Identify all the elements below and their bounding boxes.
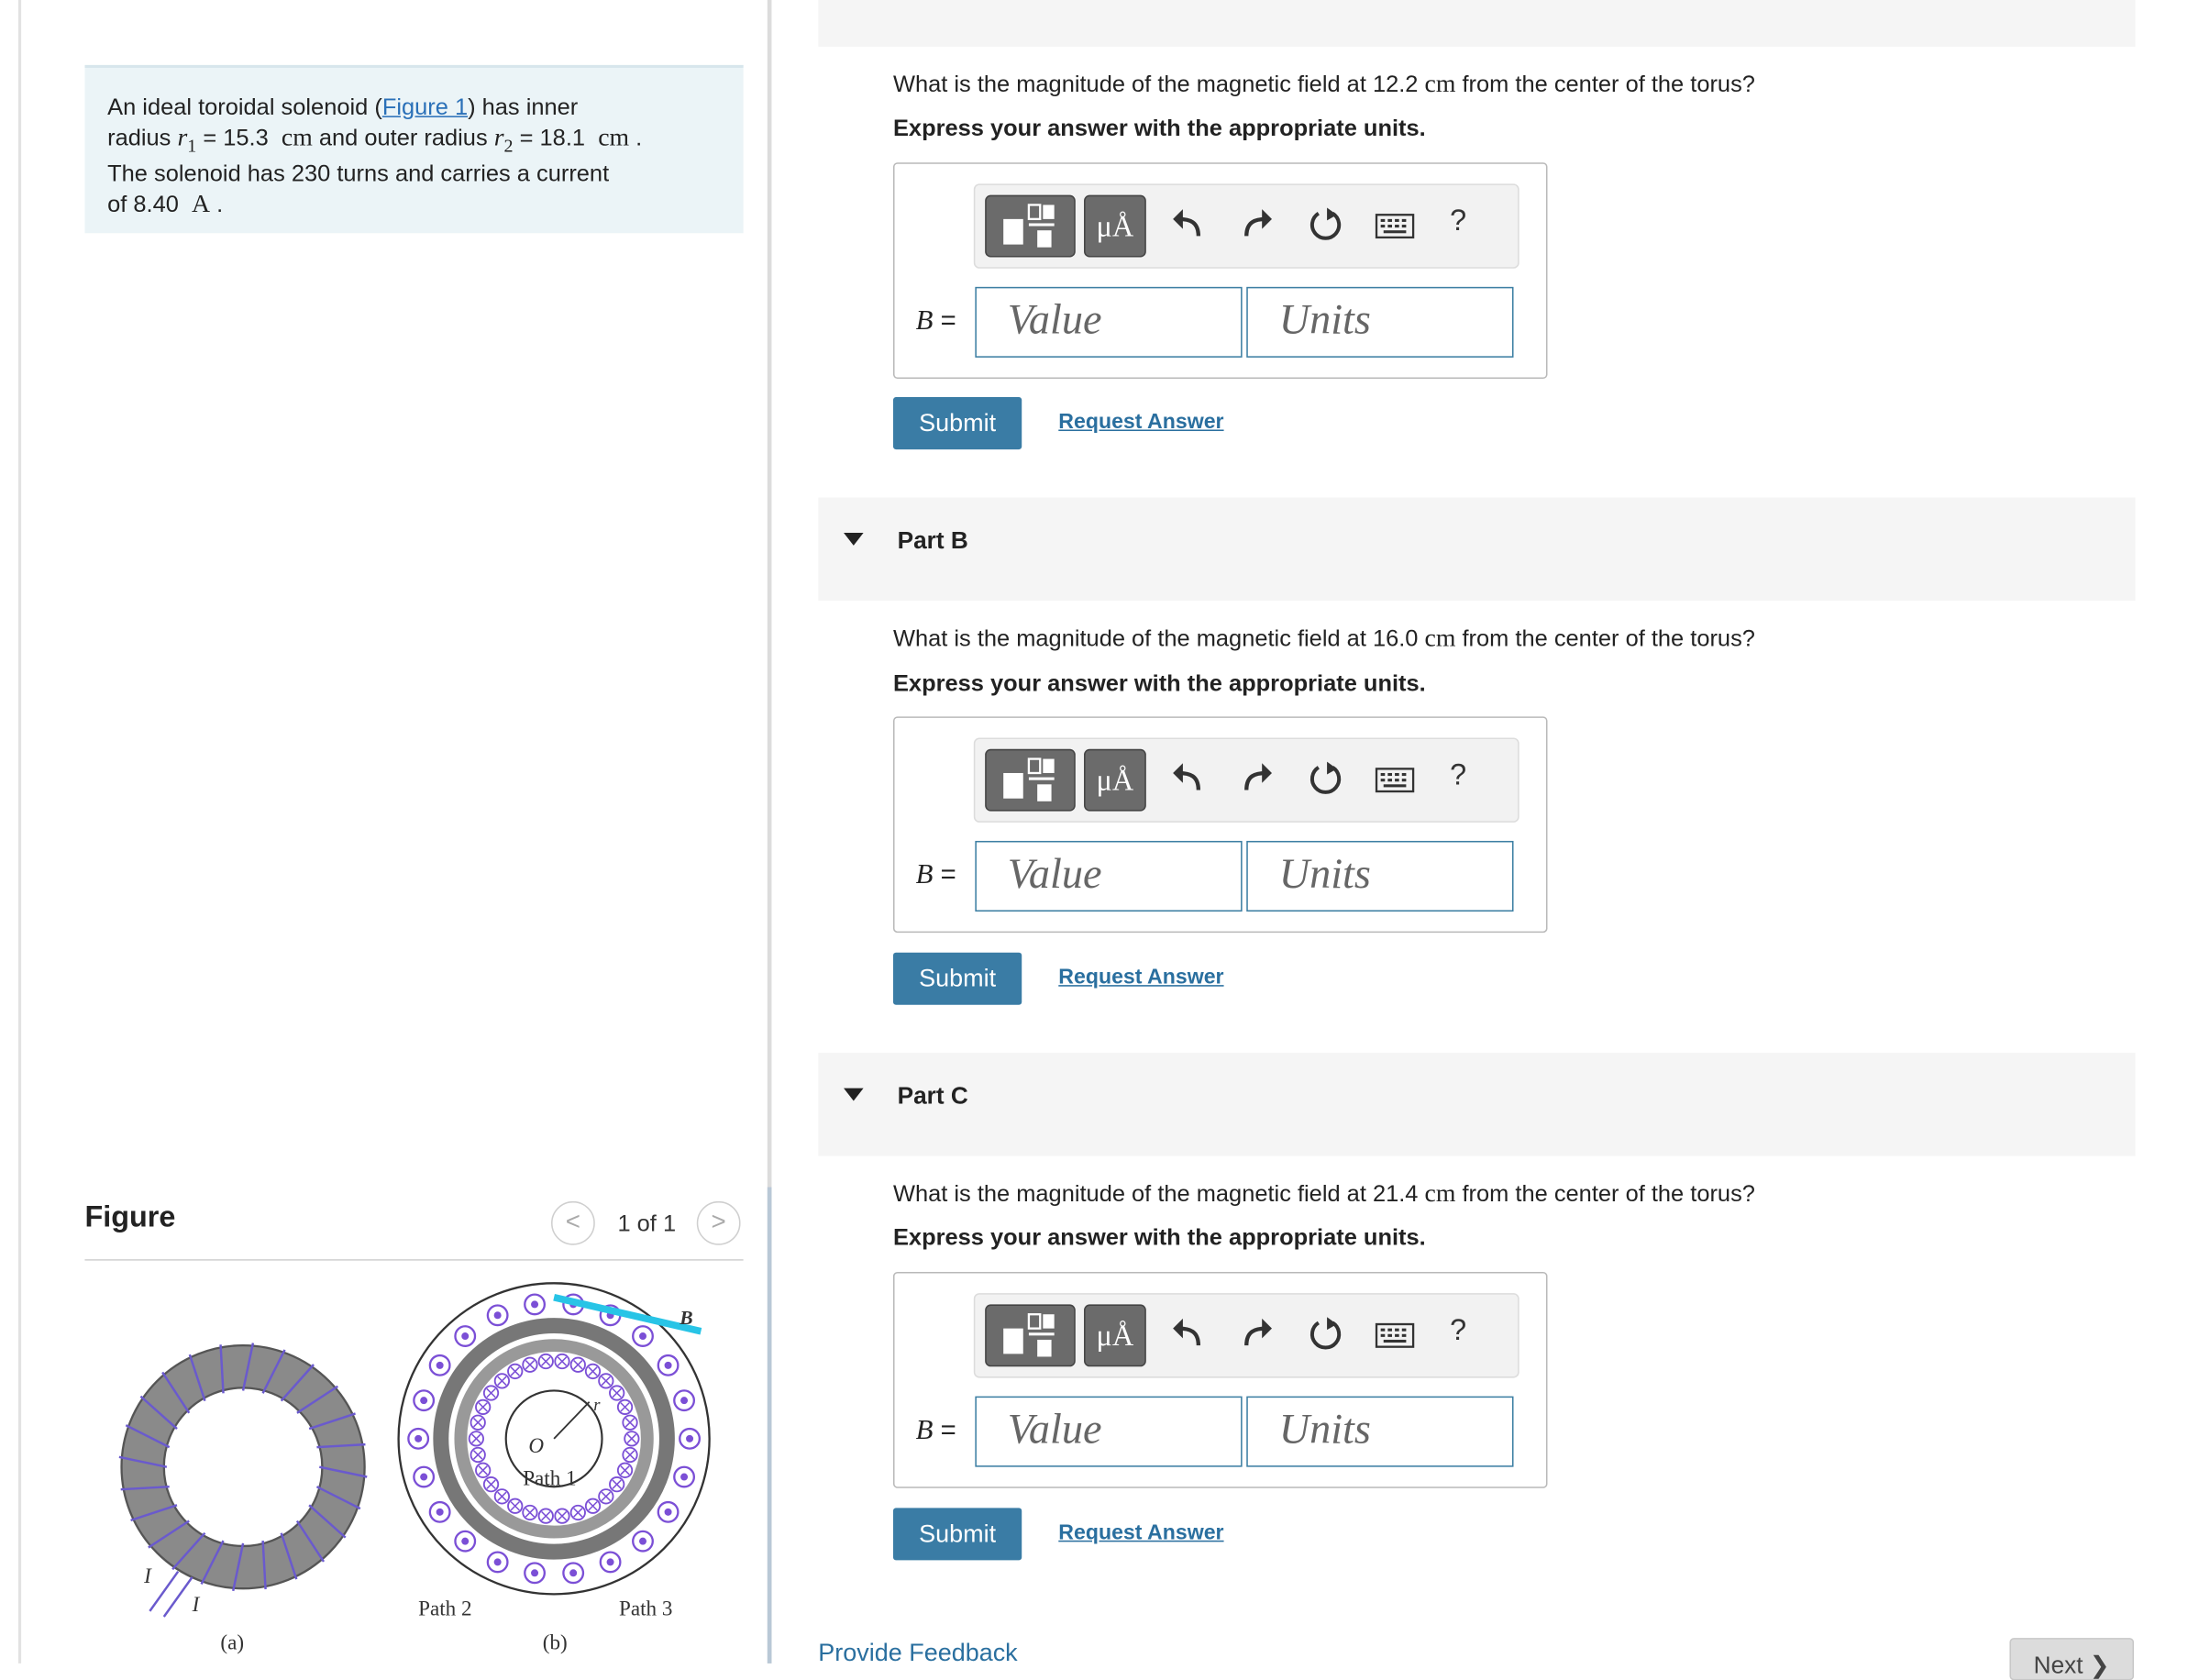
part-a-header[interactable] bbox=[818, 0, 2136, 47]
part-a-instruction: Express your answer with the appropriate… bbox=[892, 116, 1426, 142]
units-button[interactable]: μÅ bbox=[1084, 748, 1146, 812]
math-toolbar: μÅ ? bbox=[973, 737, 1519, 823]
toroid-figure: I I (a) O r B Path 1 Path 2 Path 3 (b) bbox=[118, 1282, 711, 1653]
part-c-question: What is the magnitude of the magnetic fi… bbox=[892, 1178, 1755, 1208]
toroid-solenoid-drawing bbox=[118, 1343, 368, 1618]
undo-icon[interactable] bbox=[1170, 759, 1204, 799]
caret-down-icon[interactable] bbox=[844, 532, 864, 546]
templates-icon bbox=[1003, 1313, 1055, 1357]
part-c-title: Part C bbox=[897, 1082, 968, 1110]
part-b-instruction: Express your answer with the appropriate… bbox=[892, 671, 1426, 697]
math-toolbar: μÅ ? bbox=[973, 183, 1519, 269]
part-a-answer-box: μÅ ? B = Value Units bbox=[892, 162, 1548, 380]
redo-icon[interactable] bbox=[1241, 1314, 1275, 1354]
keyboard-icon[interactable] bbox=[1375, 768, 1415, 793]
part-c-submit-button[interactable]: Submit bbox=[892, 1508, 1022, 1561]
figure-title: Figure bbox=[84, 1200, 176, 1234]
units-icon: μÅ bbox=[1096, 763, 1134, 798]
reset-icon[interactable] bbox=[1308, 759, 1344, 799]
toroid-cross-section bbox=[397, 1282, 711, 1596]
chevron-left-icon: < bbox=[565, 1207, 581, 1235]
templates-icon bbox=[1003, 204, 1055, 248]
math-toolbar: μÅ ? bbox=[973, 1293, 1519, 1378]
templates-icon bbox=[1003, 757, 1055, 801]
reset-icon[interactable] bbox=[1308, 1314, 1344, 1354]
field-label: B bbox=[679, 1307, 692, 1329]
units-icon: μÅ bbox=[1096, 209, 1134, 244]
radius-label: r bbox=[593, 1396, 601, 1414]
part-b-answer-box: μÅ ? B = Value Units bbox=[892, 716, 1548, 934]
help-icon[interactable]: ? bbox=[1450, 1314, 1466, 1348]
figure-prev-button[interactable]: < bbox=[551, 1200, 595, 1245]
units-icon: μÅ bbox=[1096, 1318, 1134, 1353]
part-a-question: What is the magnitude of the magnetic fi… bbox=[892, 69, 1755, 98]
part-c-answer-box: μÅ ? B = Value Units bbox=[892, 1271, 1548, 1488]
redo-icon[interactable] bbox=[1241, 759, 1275, 799]
figure-count: 1 of 1 bbox=[617, 1210, 677, 1237]
variable-label: B = bbox=[915, 1414, 956, 1446]
value-input[interactable]: Value bbox=[975, 840, 1243, 912]
units-button[interactable]: μÅ bbox=[1084, 194, 1146, 258]
part-c-instruction: Express your answer with the appropriate… bbox=[892, 1225, 1426, 1251]
keyboard-icon[interactable] bbox=[1375, 1322, 1415, 1348]
caret-down-icon[interactable] bbox=[844, 1088, 864, 1101]
variable-label: B = bbox=[915, 304, 956, 337]
path1-label: Path 1 bbox=[523, 1466, 576, 1490]
variable-label: B = bbox=[915, 858, 956, 890]
redo-icon[interactable] bbox=[1241, 204, 1275, 244]
part-b-header[interactable] bbox=[818, 497, 2136, 601]
templates-button[interactable] bbox=[985, 748, 1076, 812]
problem-statement: An ideal toroidal solenoid (Figure 1) ha… bbox=[84, 64, 744, 234]
part-a-request-answer[interactable]: Request Answer bbox=[1058, 410, 1223, 434]
value-input[interactable]: Value bbox=[975, 286, 1243, 358]
pane-divider-handle[interactable] bbox=[767, 1187, 772, 1663]
help-icon[interactable]: ? bbox=[1450, 759, 1466, 793]
part-c-request-answer[interactable]: Request Answer bbox=[1058, 1520, 1223, 1544]
path3-label: Path 3 bbox=[619, 1596, 672, 1619]
reset-icon[interactable] bbox=[1308, 204, 1344, 244]
units-input[interactable]: Units bbox=[1246, 1396, 1514, 1467]
value-input[interactable]: Value bbox=[975, 1396, 1243, 1467]
center-label: O bbox=[528, 1433, 544, 1457]
figure-link[interactable]: Figure 1 bbox=[382, 94, 468, 120]
provide-feedback-link[interactable]: Provide Feedback bbox=[818, 1638, 1017, 1667]
keyboard-icon[interactable] bbox=[1375, 214, 1415, 239]
next-button[interactable]: Next ❯ bbox=[2009, 1638, 2135, 1680]
part-a-submit-button[interactable]: Submit bbox=[892, 397, 1022, 450]
left-border bbox=[18, 0, 22, 1663]
part-b-title: Part B bbox=[897, 526, 968, 555]
path2-label: Path 2 bbox=[418, 1596, 471, 1619]
part-c-header[interactable] bbox=[818, 1053, 2136, 1156]
help-icon[interactable]: ? bbox=[1450, 204, 1466, 238]
part-b-submit-button[interactable]: Submit bbox=[892, 952, 1022, 1005]
units-input[interactable]: Units bbox=[1246, 286, 1514, 358]
templates-button[interactable] bbox=[985, 1304, 1076, 1367]
chevron-right-icon: > bbox=[711, 1207, 726, 1235]
undo-icon[interactable] bbox=[1170, 1314, 1204, 1354]
current-label-out: I bbox=[192, 1592, 201, 1616]
templates-button[interactable] bbox=[985, 194, 1076, 258]
undo-icon[interactable] bbox=[1170, 204, 1204, 244]
figure-divider bbox=[84, 1259, 744, 1261]
part-b-request-answer[interactable]: Request Answer bbox=[1058, 966, 1223, 989]
current-label-in: I bbox=[143, 1564, 152, 1587]
units-button[interactable]: μÅ bbox=[1084, 1304, 1146, 1367]
figure-next-button[interactable]: > bbox=[696, 1200, 741, 1245]
part-b-question: What is the magnitude of the magnetic fi… bbox=[892, 623, 1755, 652]
units-input[interactable]: Units bbox=[1246, 840, 1514, 912]
